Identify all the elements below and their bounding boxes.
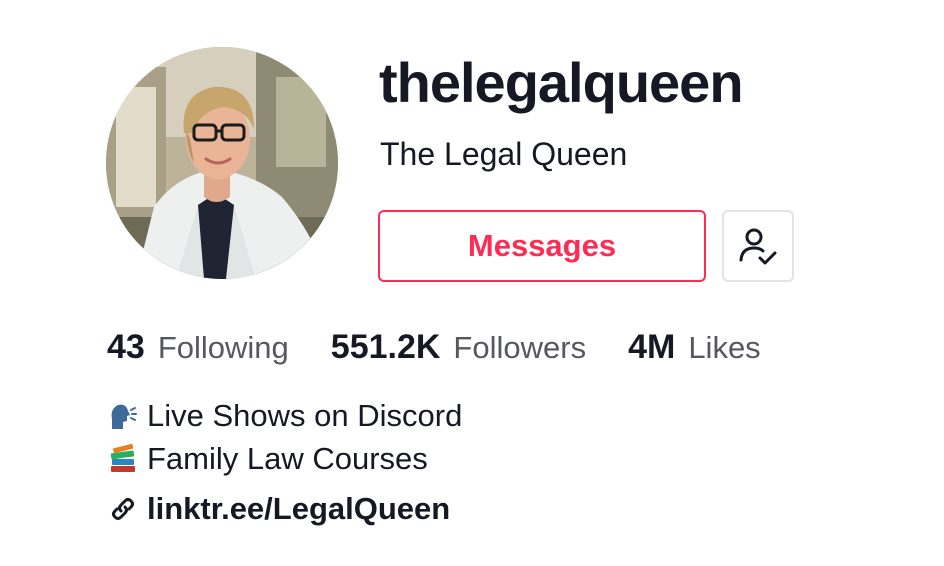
username: thelegalqueen [379,51,744,114]
stat-value: 551.2K [330,328,441,366]
profile-link[interactable]: linktr.ee/LegalQueen [107,491,450,527]
bio-text: Live Shows on Discord [147,398,463,433]
stat-value: 4M [628,328,676,366]
display-name: The Legal Queen [380,136,628,172]
stat-followers[interactable]: 551.2K Followers [331,328,586,367]
stat-label: Followers [453,330,587,365]
following-button[interactable] [722,210,794,282]
stat-likes: 4M Likes [628,328,761,367]
bio-line: Family Law Courses [107,437,462,480]
stat-following[interactable]: 43 Following [107,328,289,367]
messages-button[interactable]: Messages [378,210,706,282]
stat-label: Likes [688,330,761,365]
link-icon [107,493,139,525]
stat-label: Following [157,330,289,365]
user-check-icon [739,228,777,265]
profile-photo [106,47,338,279]
link-url[interactable]: linktr.ee/LegalQueen [147,491,450,527]
speaking-head-icon [107,400,139,432]
bio-line: Live Shows on Discord [107,394,462,437]
bio: Live Shows on Discord Family Law Courses [107,394,462,480]
stat-value: 43 [107,328,145,366]
bio-text: Family Law Courses [147,441,428,476]
books-icon [107,443,139,475]
profile-stats: 43 Following 551.2K Followers 4M Likes [107,328,761,367]
avatar[interactable] [106,47,338,279]
